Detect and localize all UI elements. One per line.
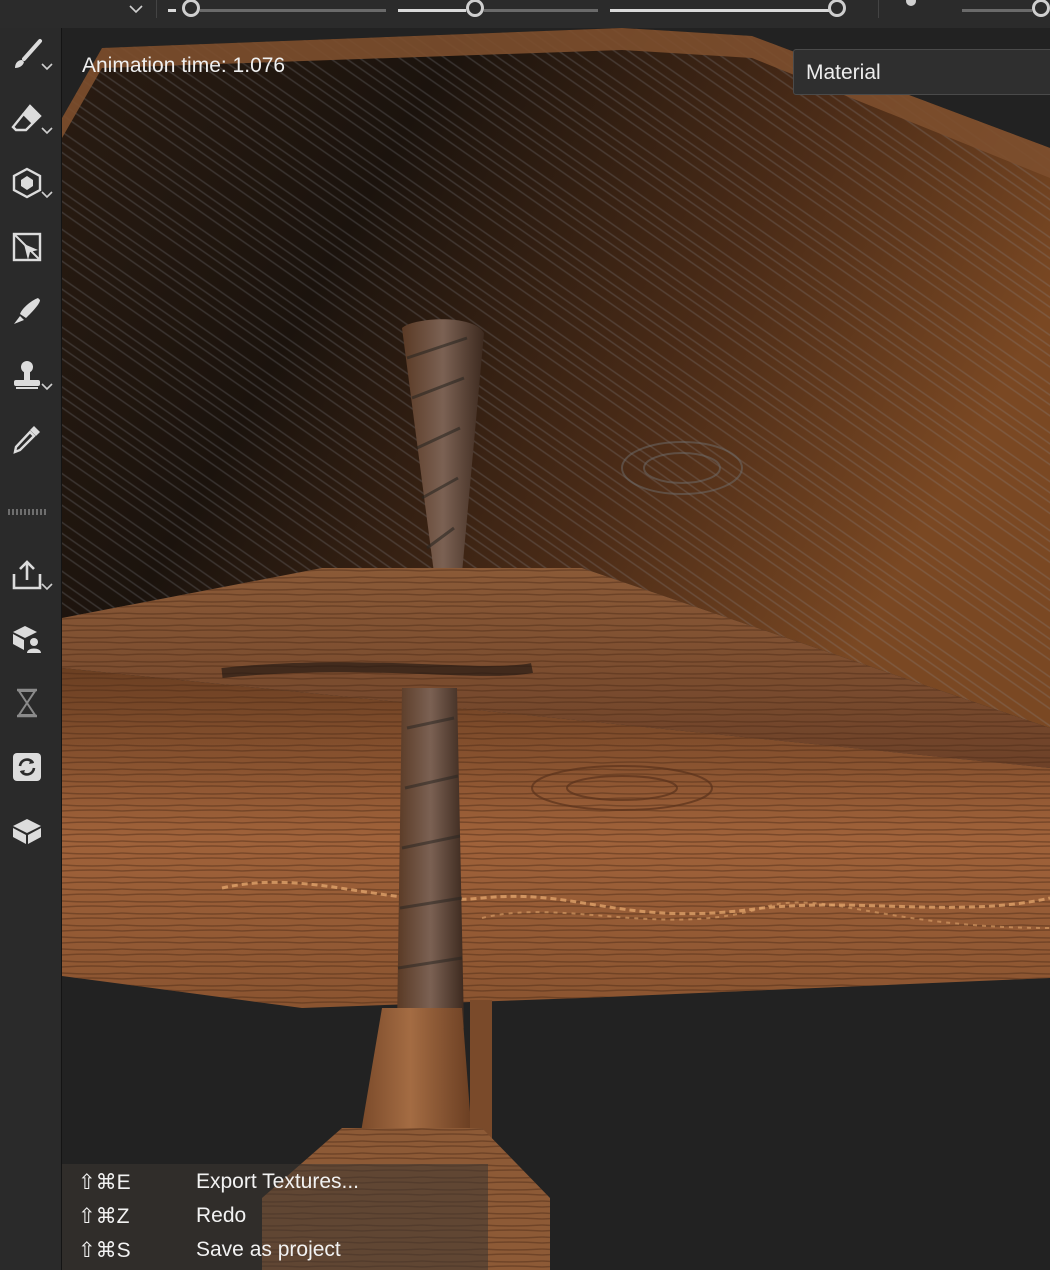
slider-fill <box>168 9 176 12</box>
sync-icon <box>13 753 41 781</box>
chevron-down-icon[interactable] <box>128 2 144 16</box>
sync-button[interactable] <box>6 742 56 792</box>
slider-knob[interactable] <box>828 0 846 17</box>
polygon-fill-icon <box>12 232 42 262</box>
chevron-down-icon[interactable] <box>40 190 54 200</box>
slider-knob[interactable] <box>1032 0 1050 17</box>
timeline-icon <box>17 688 37 718</box>
shortcut-keys: ⇧⌘E <box>78 1171 131 1194</box>
slider-track <box>200 9 386 12</box>
eraser-tool-button[interactable] <box>6 94 56 144</box>
export-button[interactable] <box>6 550 56 600</box>
slider-track <box>962 9 1032 12</box>
shortcut-keys: ⇧⌘Z <box>78 1205 130 1228</box>
bake-button[interactable] <box>6 614 56 664</box>
toolbar-separator <box>156 0 157 18</box>
shortcut-hints-panel: ⇧⌘E Export Textures... ⇧⌘Z Redo ⇧⌘S Save… <box>62 1164 488 1270</box>
toolbar-grip[interactable] <box>8 508 48 516</box>
left-toolbar <box>0 28 62 1270</box>
paint-brush-icon <box>15 39 42 68</box>
color-picker-tool-button[interactable] <box>6 414 56 464</box>
material-dropdown-value: Material <box>806 61 881 84</box>
leg-brace <box>470 1000 492 1150</box>
smudge-tool-button[interactable] <box>6 286 56 336</box>
slider-track <box>484 9 598 12</box>
slider-knob[interactable] <box>466 0 484 17</box>
wooden-table-render <box>62 28 1050 1270</box>
slider-fill <box>398 9 466 12</box>
slider-knob[interactable] <box>182 0 200 17</box>
bake-icon <box>13 626 41 653</box>
spacing-slider-knob[interactable] <box>906 0 916 6</box>
lower-post <box>397 688 464 1028</box>
opacity-slider[interactable] <box>610 0 855 24</box>
animation-time-label: Animation time: 1.076 <box>82 54 286 77</box>
projection-icon <box>12 167 42 199</box>
smudge-icon <box>14 298 40 324</box>
polygon-fill-tool-button[interactable] <box>6 222 56 272</box>
clone-stamp-icon <box>14 361 40 389</box>
projection-tool-button[interactable] <box>6 158 56 208</box>
timeline-button[interactable] <box>6 678 56 728</box>
color-picker-icon <box>13 426 40 454</box>
chevron-down-icon[interactable] <box>40 382 54 392</box>
shortcut-label: Save as project <box>196 1238 341 1261</box>
eraser-icon <box>11 104 42 132</box>
3d-viewport[interactable]: Animation time: 1.076 Material ⇧⌘E Expor… <box>62 28 1050 1270</box>
chevron-down-icon[interactable] <box>40 126 54 136</box>
shortcut-label: Export Textures... <box>196 1170 360 1193</box>
shortcut-keys: ⇧⌘S <box>78 1239 131 1262</box>
mesh-icon <box>13 819 41 844</box>
flow-slider[interactable] <box>398 0 598 24</box>
toolbar-separator <box>878 0 879 18</box>
paint-tool-button[interactable] <box>6 30 56 80</box>
angle-slider[interactable] <box>962 0 1050 24</box>
table-leg <box>360 1008 472 1138</box>
material-dropdown[interactable]: Material <box>793 49 1050 95</box>
export-icon <box>12 560 42 590</box>
mesh-button[interactable] <box>6 806 56 856</box>
top-toolbar <box>0 0 1050 29</box>
chevron-down-icon[interactable] <box>40 582 54 592</box>
clone-stamp-tool-button[interactable] <box>6 350 56 400</box>
shortcut-label: Redo <box>196 1204 247 1227</box>
brush-size-slider[interactable] <box>168 0 388 24</box>
slider-fill <box>610 9 830 12</box>
chevron-down-icon[interactable] <box>40 62 54 72</box>
